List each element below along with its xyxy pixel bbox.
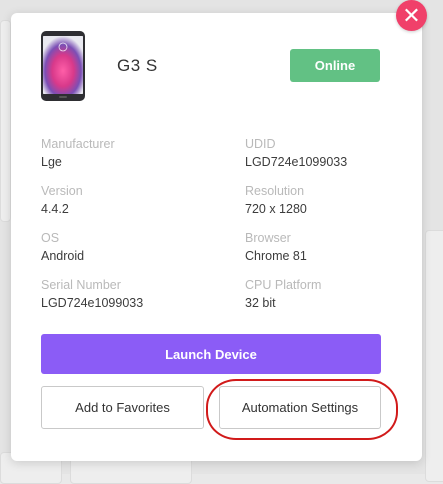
field-label-udid: UDID [245, 137, 276, 151]
field-value-browser: Chrome 81 [245, 249, 307, 263]
field-value-serial-number: LGD724e1099033 [41, 296, 144, 310]
close-icon: ✕ [402, 2, 421, 28]
device-name: G3 S [117, 56, 158, 75]
field-label-cpu-platform: CPU Platform [245, 278, 322, 292]
phone-icon [41, 31, 85, 101]
field-value-os: Android [41, 249, 85, 263]
field-value-manufacturer: Lge [41, 155, 62, 169]
field-label-os: OS [41, 231, 60, 245]
field-value-udid: LGD724e1099033 [245, 155, 348, 169]
status-badge: Online [290, 49, 380, 82]
field-value-version: 4.4.2 [41, 202, 69, 216]
field-value-cpu-platform: 32 bit [245, 296, 276, 310]
close-button[interactable]: ✕ [396, 0, 427, 31]
field-label-browser: Browser [245, 231, 291, 245]
highlight-annotation [206, 379, 398, 440]
field-label-version: Version [41, 184, 83, 198]
field-label-resolution: Resolution [245, 184, 305, 198]
field-label-manufacturer: Manufacturer [41, 137, 115, 151]
background-card [425, 230, 443, 482]
field-value-resolution: 720 x 1280 [245, 202, 307, 216]
field-label-serial-number: Serial Number [41, 278, 121, 292]
background-card [0, 20, 11, 222]
add-to-favorites-button[interactable]: Add to Favorites [41, 386, 204, 429]
launch-device-button[interactable]: Launch Device [41, 334, 381, 374]
